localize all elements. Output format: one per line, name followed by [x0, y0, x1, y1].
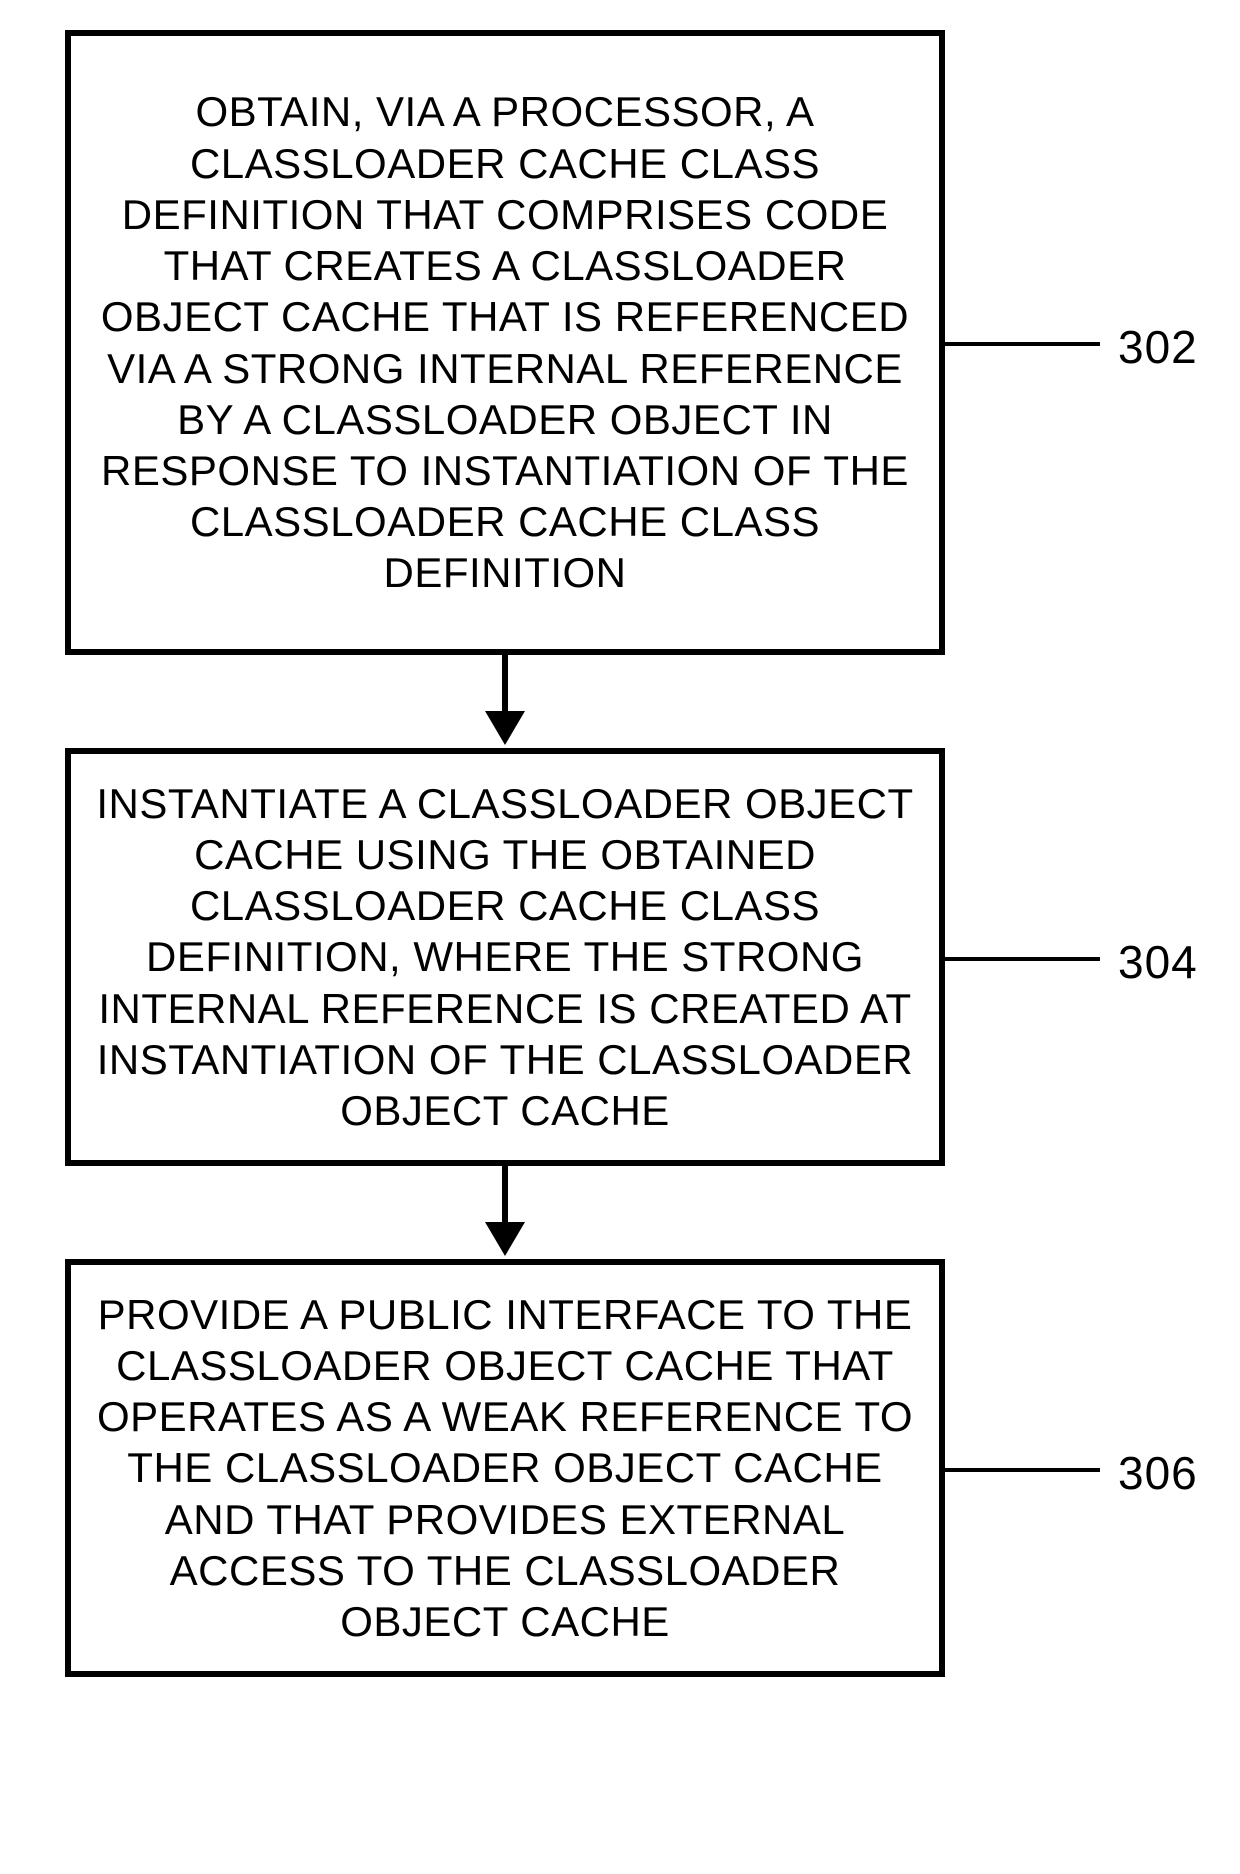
arrow-stem-2 [502, 1166, 508, 1224]
step-box-306: PROVIDE A PUBLIC INTERFACE TO THE CLASSL… [65, 1259, 945, 1677]
leader-line-302 [945, 342, 1100, 346]
step-box-302: OBTAIN, VIA A PROCESSOR, A CLASSLOADER C… [65, 30, 945, 655]
step-box-304: INSTANTIATE A CLASSLOADER OBJECT CACHE U… [65, 748, 945, 1166]
step-label-302: 302 [1118, 320, 1198, 374]
flowchart: OBTAIN, VIA A PROCESSOR, A CLASSLOADER C… [0, 0, 1240, 1874]
arrow-stem-1 [502, 655, 508, 713]
step-box-304-text: INSTANTIATE A CLASSLOADER OBJECT CACHE U… [93, 778, 917, 1137]
arrow-head-2 [485, 1222, 525, 1256]
arrow-head-1 [485, 711, 525, 745]
leader-line-306 [945, 1468, 1100, 1472]
step-box-302-text: OBTAIN, VIA A PROCESSOR, A CLASSLOADER C… [93, 86, 917, 598]
leader-line-304 [945, 957, 1100, 961]
step-label-306: 306 [1118, 1446, 1198, 1500]
step-label-304: 304 [1118, 935, 1198, 989]
step-box-306-text: PROVIDE A PUBLIC INTERFACE TO THE CLASSL… [93, 1289, 917, 1648]
